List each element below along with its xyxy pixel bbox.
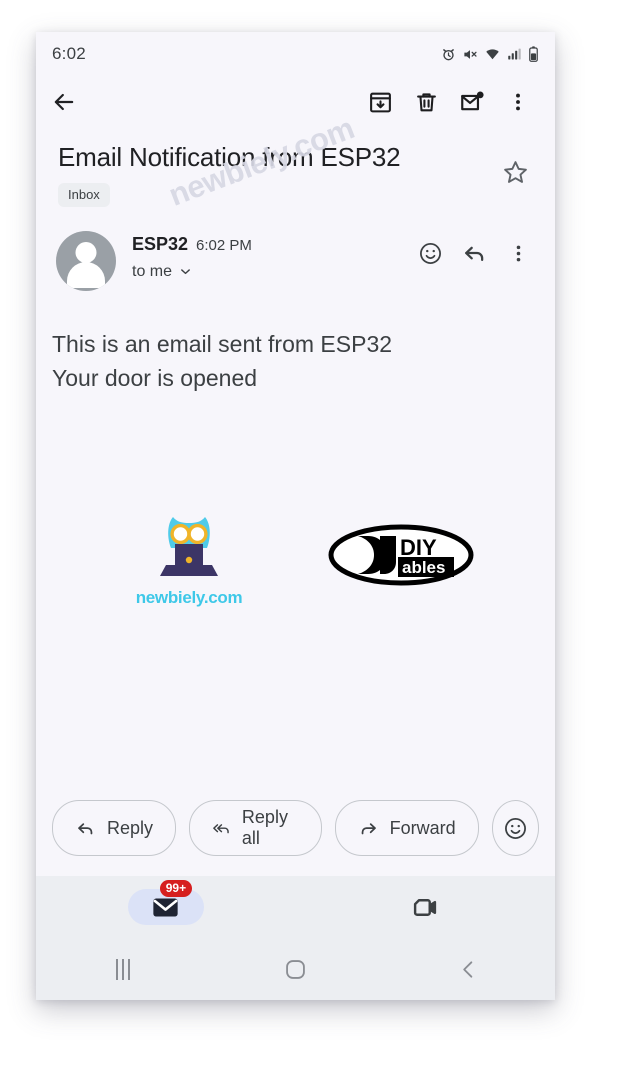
phone-screen: 6:02 Email Notification from ESP32 Inbox… [36, 32, 555, 1000]
more-options-button[interactable] [495, 79, 541, 125]
reply-all-button[interactable]: Reply all [189, 800, 322, 856]
reply-button[interactable]: Reply [52, 800, 177, 856]
diyables-logo: DIY ables [328, 524, 474, 591]
status-icon-group [441, 46, 539, 62]
emoji-icon [504, 817, 526, 839]
forward-button[interactable]: Forward [334, 800, 479, 856]
reply-all-label: Reply all [241, 807, 288, 848]
tab-mail-pill[interactable]: 99+ [127, 880, 204, 925]
tab-mail[interactable]: 99+ [36, 880, 296, 925]
mute-icon [462, 47, 478, 62]
signal-icon [507, 47, 522, 62]
back-arrow-icon [54, 93, 74, 111]
email-body: This is an email sent from ESP32 Your do… [36, 291, 555, 396]
recipient-expander[interactable]: to me [132, 263, 409, 281]
reply-arrow-icon [78, 822, 93, 834]
svg-text:DIY: DIY [400, 535, 437, 560]
message-more-button[interactable] [497, 233, 539, 275]
email-toolbar [36, 76, 555, 128]
video-camera-icon [413, 898, 436, 916]
back-button[interactable] [50, 79, 88, 125]
mail-badge: 99+ [159, 880, 193, 897]
signature-logos: newbiely.com DIY ables [36, 396, 555, 608]
reply-arrow-icon [464, 246, 483, 262]
sender-name[interactable]: ESP32 [132, 234, 188, 255]
owl-laptop-icon [160, 516, 218, 576]
body-line-2: Your door is opened [52, 365, 258, 392]
archive-button[interactable] [357, 79, 403, 125]
subject-left: Email Notification from ESP32 Inbox [58, 142, 495, 207]
nav-recents-button[interactable] [36, 958, 209, 980]
back-chevron-icon [463, 960, 473, 978]
archive-icon [369, 92, 391, 112]
nav-home-button[interactable] [209, 958, 382, 981]
emoji-react-button[interactable] [409, 233, 451, 275]
home-icon [286, 959, 305, 979]
svg-text:ables: ables [402, 558, 445, 577]
delete-button[interactable] [403, 79, 449, 125]
more-vert-icon [516, 245, 520, 262]
reply-all-arrow-icon [213, 823, 229, 833]
star-button[interactable] [495, 152, 535, 192]
newbiely-logo-text: newbiely.com [135, 587, 243, 607]
newbiely-logo: newbiely.com [128, 508, 250, 608]
tab-meet[interactable] [296, 893, 556, 922]
emoji-icon [419, 243, 441, 265]
emoji-button[interactable] [491, 800, 539, 856]
sender-meta: ESP32 6:02 PM to me [116, 231, 409, 281]
mark-unread-button[interactable] [449, 79, 495, 125]
sender-time: 6:02 PM [196, 236, 252, 254]
alarm-icon [441, 47, 456, 62]
reply-actions: Reply Reply all Forward [36, 800, 555, 856]
trash-icon [416, 92, 436, 111]
status-bar: 6:02 [36, 32, 555, 76]
sender-row: ESP32 6:02 PM to me [36, 207, 555, 291]
reply-label: Reply [107, 817, 154, 838]
forward-label: Forward [389, 817, 456, 838]
label-chip[interactable]: Inbox [58, 182, 110, 207]
sender-actions [409, 231, 539, 275]
recents-icon [115, 958, 130, 980]
subject-section: Email Notification from ESP32 Inbox [36, 128, 555, 207]
bottom-tab-bar: 99+ [36, 876, 555, 938]
recipient-label: to me [132, 262, 173, 280]
more-vert-icon [516, 93, 520, 111]
mark-unread-icon [461, 91, 484, 111]
chevron-down-icon [181, 269, 190, 275]
star-icon [503, 160, 527, 183]
reply-icon-button[interactable] [453, 233, 495, 275]
avatar[interactable] [56, 230, 116, 291]
android-nav-bar [36, 938, 555, 1000]
avatar-head [75, 241, 97, 263]
wifi-icon [484, 47, 501, 62]
avatar-body [67, 261, 105, 288]
forward-arrow-icon [361, 822, 376, 834]
diyables-logo-icon: DIY ables [328, 524, 474, 586]
page-title: Email Notification from ESP32 [58, 142, 401, 172]
battery-icon [528, 46, 539, 62]
body-line-1: This is an email sent from ESP32 [52, 330, 393, 357]
sender-line: ESP32 6:02 PM [132, 234, 409, 255]
status-time: 6:02 [52, 44, 86, 63]
nav-back-button[interactable] [382, 958, 555, 981]
